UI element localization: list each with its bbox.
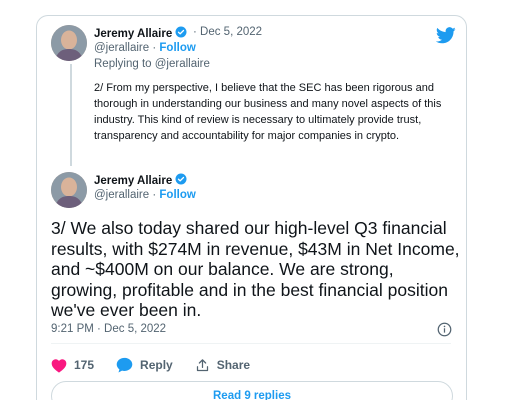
reply-label: Reply (140, 358, 173, 372)
action-bar: 175 Reply Share (51, 356, 272, 374)
author-handle[interactable]: @jerallaire (94, 42, 149, 54)
author-handle[interactable]: @jerallaire (94, 189, 149, 201)
handle-row: @jerallaire · Follow (94, 42, 196, 54)
reply-tweet-text: 2/ From my perspective, I believe that t… (94, 82, 442, 142)
follow-link[interactable]: Follow (159, 189, 195, 201)
follow-link[interactable]: Follow (159, 42, 195, 54)
thread-line (70, 64, 72, 166)
avatar[interactable] (51, 172, 87, 208)
like-button[interactable]: 175 (51, 358, 94, 373)
twitter-bird-icon[interactable] (436, 27, 456, 44)
reply-button[interactable]: Reply (116, 357, 173, 373)
handle-row: @jerallaire · Follow (94, 189, 196, 201)
tweet-timestamp[interactable]: 9:21 PM · Dec 5, 2022 (51, 323, 166, 335)
replying-handle-link[interactable]: @jerallaire (155, 58, 210, 70)
info-icon[interactable] (437, 322, 452, 337)
like-count: 175 (74, 358, 95, 372)
reply-bubble-icon (116, 357, 133, 373)
verified-badge-icon (175, 173, 187, 188)
replying-to: Replying to @jerallaire (94, 58, 210, 70)
share-label: Share (216, 358, 251, 372)
author-name[interactable]: Jeremy Allaire (94, 26, 187, 41)
tweet-date[interactable]: · Dec 5, 2022 (193, 26, 262, 38)
author-name[interactable]: Jeremy Allaire (94, 173, 187, 188)
avatar-image (51, 172, 87, 208)
share-icon (196, 358, 208, 371)
verified-badge-icon (175, 26, 187, 41)
share-button[interactable]: Share (195, 358, 250, 373)
main-tweet-text: 3/ We also today shared our high-level Q… (51, 218, 460, 320)
avatar-image (51, 25, 87, 61)
separator: · (152, 42, 157, 54)
heart-icon (51, 358, 67, 373)
separator: · (152, 189, 157, 201)
divider (51, 343, 451, 344)
read-replies-button[interactable]: Read 9 replies (51, 381, 453, 400)
avatar[interactable] (51, 25, 87, 61)
